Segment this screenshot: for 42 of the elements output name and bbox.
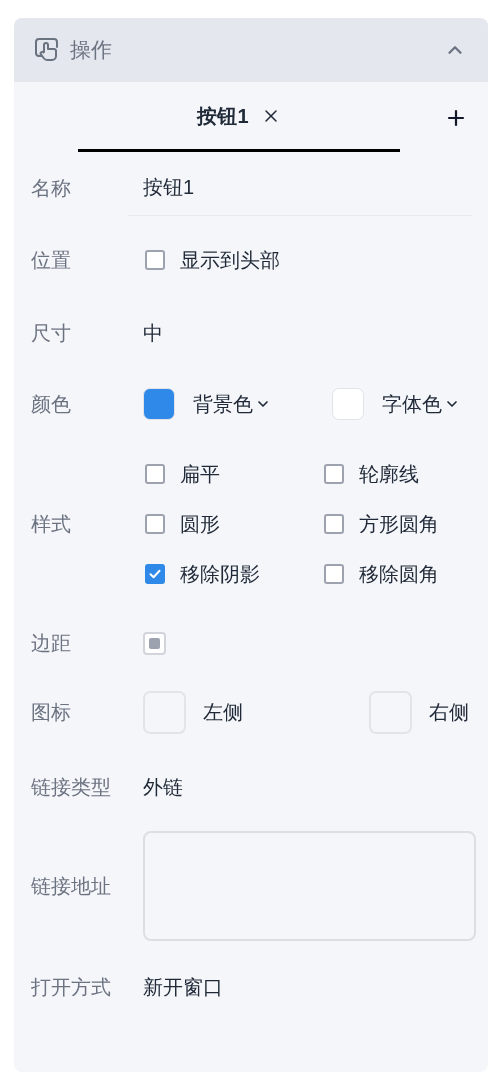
color-swatch[interactable]: [143, 388, 175, 420]
checkbox-label: 圆形: [180, 512, 220, 537]
panel-header[interactable]: 操作: [14, 18, 488, 82]
field-label: 图标: [31, 700, 72, 725]
color-swatch[interactable]: [332, 388, 364, 420]
checkbox[interactable]: [145, 250, 165, 270]
checkbox-label: 移除阴影: [180, 562, 260, 587]
padding-toggle[interactable]: [143, 631, 166, 655]
field-label: 边距: [31, 631, 72, 656]
checkbox[interactable]: [145, 564, 165, 584]
field-label: 链接类型: [31, 775, 112, 800]
panel-title: 操作: [70, 37, 112, 64]
color-dropdown[interactable]: 字体色: [382, 389, 460, 419]
checkbox[interactable]: [324, 564, 344, 584]
field-label: 位置: [31, 248, 72, 273]
field-label: 尺寸: [31, 320, 72, 346]
icon-slot-label: 右侧: [429, 700, 469, 725]
color-dropdown[interactable]: 背景色: [193, 389, 271, 419]
checkbox-label: 方形圆角: [359, 512, 439, 537]
checkbox[interactable]: [324, 464, 344, 484]
name-field[interactable]: 按钮1: [128, 160, 472, 216]
checkbox-label: 移除圆角: [359, 562, 439, 587]
field-value: 中: [143, 320, 163, 346]
field-value: 新开窗口: [143, 975, 223, 1000]
checkbox[interactable]: [145, 464, 165, 484]
checkbox[interactable]: [324, 514, 344, 534]
field-label: 链接地址: [31, 874, 112, 899]
checkbox-label: 显示到头部: [180, 248, 280, 273]
field-label: 颜色: [31, 392, 72, 417]
check-icon: [148, 567, 162, 581]
link-address-field[interactable]: [143, 831, 476, 941]
checkbox-label: 轮廓线: [359, 462, 419, 487]
tab[interactable]: 按钮1: [78, 82, 400, 152]
field-label: 样式: [31, 512, 72, 537]
tab-label: 按钮1: [197, 103, 249, 129]
checkbox-label: 扁平: [180, 462, 220, 487]
touch-icon: [34, 37, 60, 63]
field-label: 打开方式: [31, 975, 112, 1000]
field-value: 外链: [143, 775, 183, 800]
checkbox[interactable]: [145, 514, 165, 534]
field-label: 名称: [31, 176, 72, 201]
icon-slot-label: 左侧: [203, 700, 243, 725]
